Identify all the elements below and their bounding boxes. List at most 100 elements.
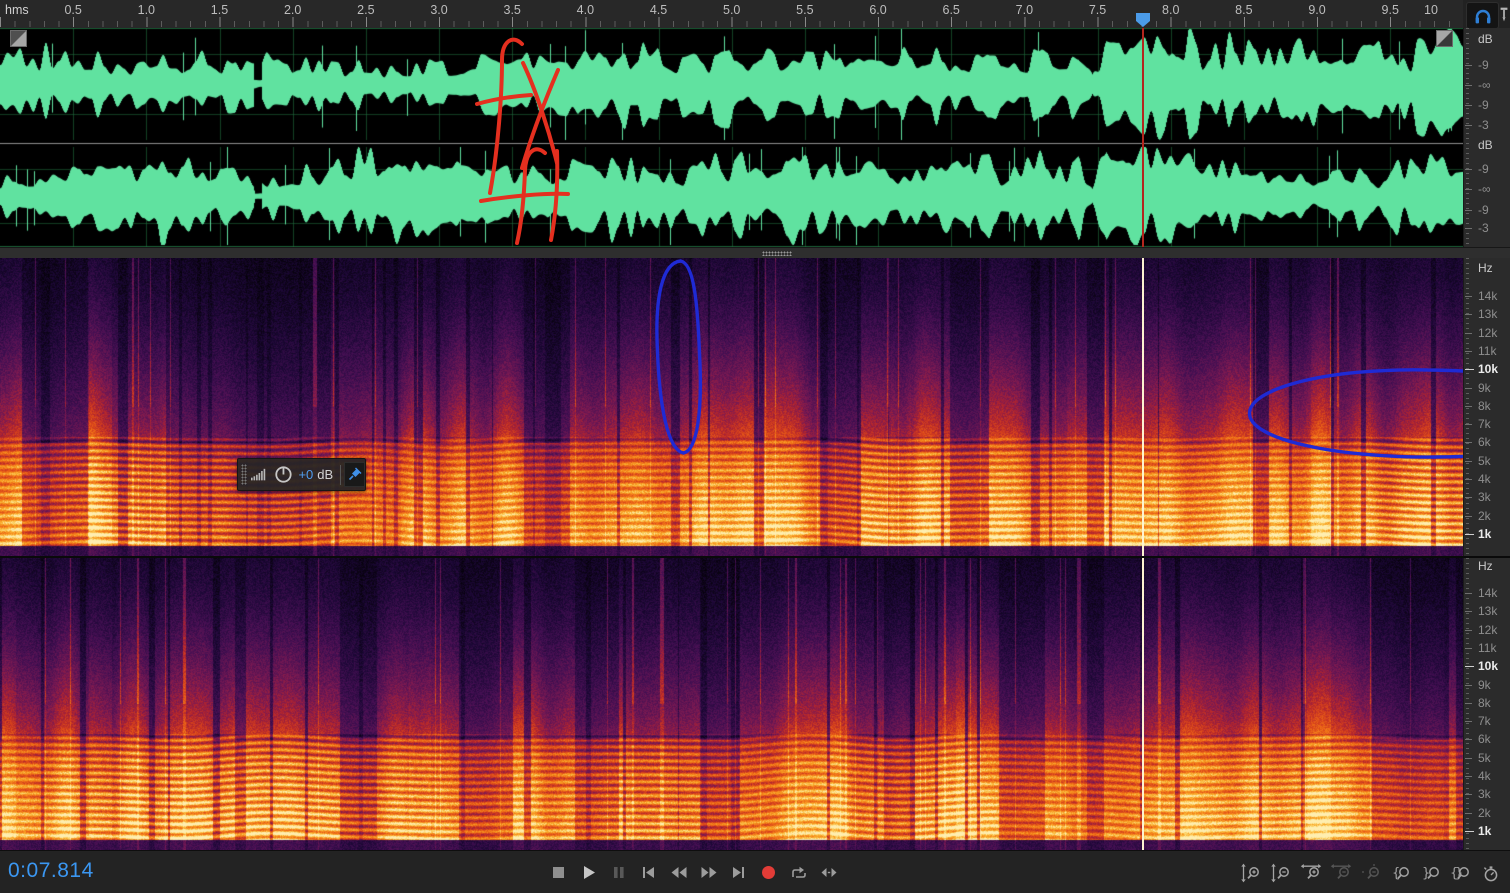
gain-knob-icon[interactable] [274,464,293,485]
waveform-canvas[interactable] [0,28,1463,247]
hz-scale-ruler-bottom[interactable]: Hz14k13k12k11k10k9k8k7k6k5k4k3k2k1k [1463,558,1510,850]
zoom-in-amplitude-button[interactable] [1236,859,1266,886]
scale-tick-mark [1465,85,1472,86]
skip-selection-button[interactable] [814,859,844,886]
gain-hud[interactable]: +0 dB [237,458,366,491]
scale-label: 13k [1478,604,1497,618]
zoom-out-time-icon [1330,863,1352,883]
monitor-button[interactable] [1466,2,1499,29]
hud-pin-button[interactable] [344,462,365,487]
scale-label: 12k [1478,326,1497,340]
scale-tick-mark [1465,228,1472,229]
skip-to-start-button[interactable] [634,859,664,886]
timeline-tick-label: 1.5 [211,3,228,17]
playhead-line-spectrogram-bottom[interactable] [1142,558,1144,850]
zoom-in-at-out-point-button[interactable]: } [1416,859,1446,886]
timeline-tick-label: 4.0 [577,3,594,17]
scale-tick-mark [1465,831,1474,832]
scale-label: -3 [1478,221,1489,235]
reset-zoom-button[interactable] [1476,859,1506,886]
play-button[interactable] [574,859,604,886]
scale-label: 11k [1478,641,1496,655]
timeline-tick-label: 10 [1424,3,1438,17]
spectrogram-display-top[interactable] [0,258,1463,556]
skip-to-end-icon [728,864,750,881]
scale-label: 8k [1478,399,1491,413]
scale-tick-mark [1465,105,1472,106]
rewind-button[interactable] [664,859,694,886]
scale-tick-mark [1465,685,1472,686]
scale-tick-mark [1465,721,1472,722]
collapse-corner-left[interactable] [10,30,27,47]
playhead-marker[interactable] [1136,13,1150,27]
hud-drag-handle[interactable] [241,464,247,485]
pause-icon [608,864,630,881]
pin-ruler-button[interactable] [1498,5,1510,24]
level-bars-icon [251,467,267,482]
gain-value[interactable]: +0 [298,467,313,482]
skip-to-start-icon [638,864,660,881]
scale-tick-mark [1465,703,1472,704]
waveform-display[interactable] [0,28,1463,247]
pushpin-icon [1498,5,1510,24]
collapse-corner-right[interactable] [1436,30,1453,47]
scale-tick-mark [1465,369,1474,370]
skip-selection-icon [818,864,840,881]
scale-label: 2k [1478,806,1491,820]
scale-tick-mark [1465,333,1472,334]
playhead-line-waveform[interactable] [1142,28,1144,247]
timeline-tick-label: 5.0 [723,3,740,17]
zoom-to-selection-button[interactable]: {} [1446,859,1476,886]
spectrogram-canvas-bottom[interactable] [0,558,1463,850]
fast-forward-icon [698,864,720,881]
time-display[interactable]: 0:07.814 [8,859,94,883]
scale-tick-mark [1465,739,1472,740]
hud-pin-icon [347,467,362,482]
pause-button[interactable] [604,859,634,886]
record-button[interactable] [754,859,784,886]
scale-label: 12k [1478,623,1497,637]
stop-button[interactable] [544,859,574,886]
zoom-in-at-in-point-button[interactable]: { [1386,859,1416,886]
zoom-in-time-button[interactable] [1296,859,1326,886]
timeline-ruler[interactable]: hms 0.51.01.52.02.53.03.54.04.55.05.56.0… [0,0,1463,29]
hz-scale-header: Hz [1478,261,1493,275]
scale-tick-mark [1465,776,1472,777]
timeline-tick-label: 8.0 [1162,3,1179,17]
playhead-line-spectrogram-top[interactable] [1142,258,1144,556]
fast-forward-button[interactable] [694,859,724,886]
svg-text:}: } [1422,866,1430,881]
play-icon [578,864,600,881]
timeline-tick-label: 9.0 [1308,3,1325,17]
loop-playback-button[interactable] [784,859,814,886]
db-scale-ruler[interactable]: dB-9-∞-9-3dB-9-∞-9-3 [1463,28,1510,247]
scale-label: 5k [1478,454,1491,468]
scale-label: 10k [1478,362,1498,376]
scale-tick-mark [1465,65,1472,66]
zoom-out-amplitude-button[interactable] [1266,859,1296,886]
scale-label: 7k [1478,714,1491,728]
timeline-tick-label: 2.0 [284,3,301,17]
hz-scale-ruler-top[interactable]: Hz14k13k12k11k10k9k8k7k6k5k4k3k2k1k [1463,258,1510,556]
timeline-unit-label: hms [5,3,29,17]
zoom-out-time-button[interactable] [1326,859,1356,886]
svg-text:{: { [1392,866,1400,881]
timeline-tick-label: 7.0 [1016,3,1033,17]
scale-label: 8k [1478,696,1491,710]
skip-to-end-button[interactable] [724,859,754,886]
gain-unit-label: dB [317,467,333,482]
scale-tick-mark [1465,813,1472,814]
scale-label: 9k [1478,381,1491,395]
scale-label: 13k [1478,307,1497,321]
scale-label: 10k [1478,659,1498,673]
spectrogram-canvas-top[interactable] [0,258,1463,556]
scale-label: 4k [1478,472,1491,486]
zoom-toolbar: {} {} [1236,859,1506,886]
zoom-out-full-button[interactable] [1356,859,1386,886]
scale-label: 6k [1478,732,1491,746]
timeline-tick-label: 2.5 [357,3,374,17]
spectrogram-display-bottom[interactable] [0,558,1463,850]
stop-icon [548,864,570,881]
timeline-tick-label: 0.5 [64,3,81,17]
divider-grip-icon[interactable] [762,251,792,256]
